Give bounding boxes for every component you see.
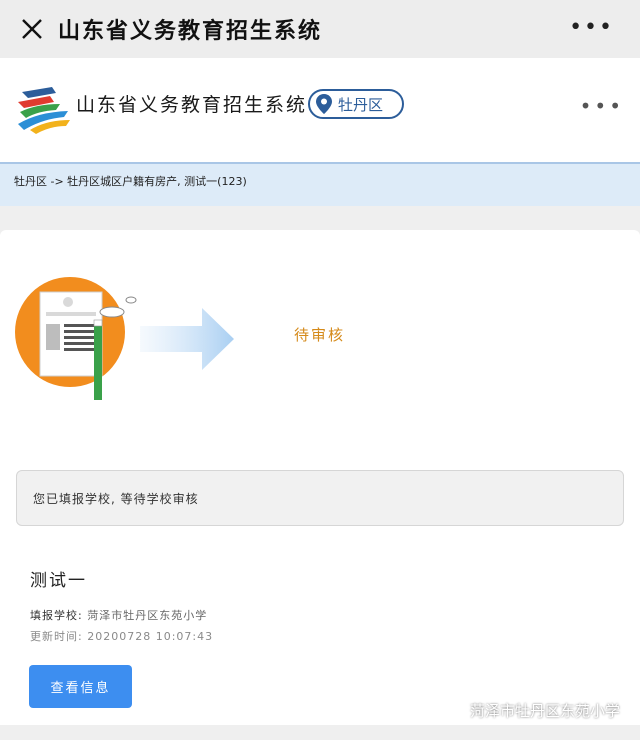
arrow-right-icon	[140, 308, 234, 370]
updated-label: 更新时间:	[30, 630, 83, 643]
updated-value: 20200728 10:07:43	[87, 630, 214, 643]
more-dots-icon[interactable]: •••	[569, 17, 614, 39]
site-title: 山东省义务教育招生系统	[76, 94, 308, 116]
wechat-watermark: 菏泽市牡丹区东苑小学	[442, 700, 620, 721]
school-value: 菏泽市牡丹区东苑小学	[87, 609, 208, 622]
region-selector[interactable]: 牡丹区	[308, 89, 404, 119]
watermark-text: 菏泽市牡丹区东苑小学	[469, 702, 620, 720]
student-name: 测试一	[30, 571, 87, 591]
window-title: 山东省义务教育招生系统	[58, 19, 323, 44]
more-dots-icon[interactable]: •••	[580, 96, 624, 116]
education-logo	[18, 87, 70, 134]
location-pin-icon	[316, 94, 332, 114]
review-status: 待审核	[294, 326, 346, 344]
school-label: 填报学校:	[30, 609, 83, 622]
updated-row: 更新时间: 20200728 10:07:43	[30, 628, 213, 644]
view-info-button[interactable]: 查看信息	[29, 665, 132, 708]
school-row: 填报学校: 菏泽市牡丹区东苑小学	[30, 607, 207, 623]
close-button[interactable]	[12, 9, 52, 49]
document-review-icon	[15, 277, 137, 400]
notice-box: 您已填报学校, 等待学校审核	[16, 470, 624, 526]
region-label: 牡丹区	[338, 95, 384, 114]
wechat-icon	[442, 702, 464, 719]
site-header: 山东省义务教育招生系统 牡丹区 •••	[0, 58, 640, 162]
wechat-title-bar: 山东省义务教育招生系统 •••	[0, 0, 640, 58]
breadcrumb: 牡丹区 -> 牡丹区城区户籍有房产, 测试一(123)	[0, 162, 640, 206]
close-icon	[22, 19, 42, 39]
